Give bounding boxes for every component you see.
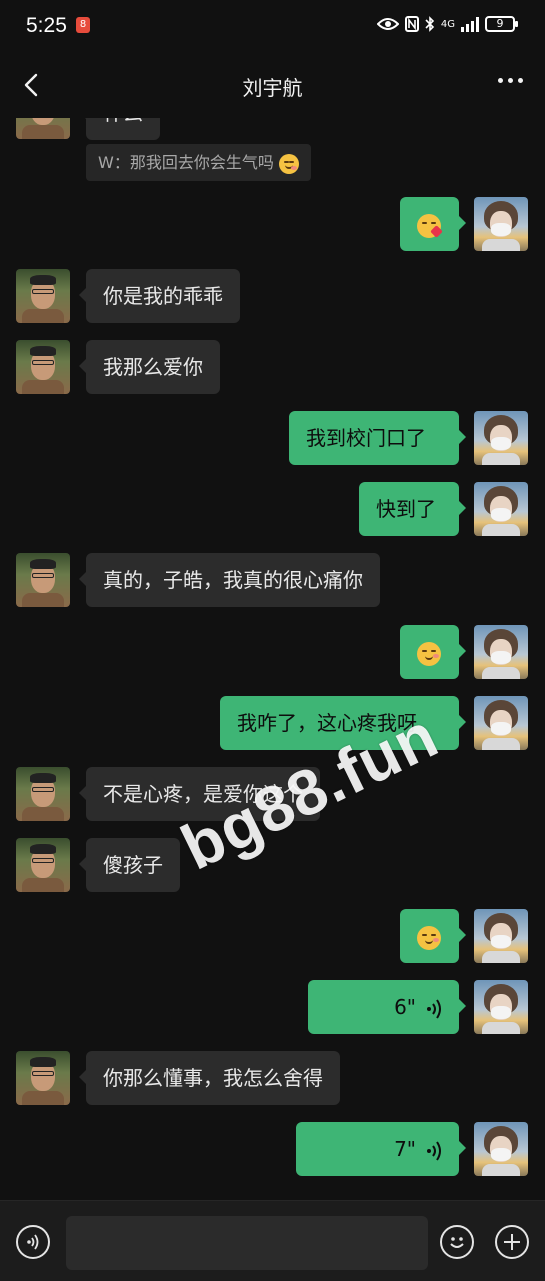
shy-face-emoji-icon (417, 925, 441, 950)
signal-icon (461, 16, 479, 32)
voice-message[interactable]: 7" (296, 1122, 466, 1176)
chat-header: 刘宇航 (0, 52, 545, 118)
message-bubble-right[interactable]: 我咋了，这心疼我呀 (220, 696, 466, 750)
message-bubble-left[interactable]: 傻孩子 (79, 838, 180, 892)
my-avatar[interactable] (474, 625, 528, 679)
message-bubble-right[interactable]: 快到了 (359, 482, 466, 536)
message-bubble-right[interactable] (400, 197, 466, 251)
voice-duration: 6" (394, 995, 416, 1019)
my-avatar[interactable] (474, 909, 528, 963)
status-icons: 4G 9 (376, 16, 518, 32)
plus-icon[interactable] (495, 1225, 529, 1259)
contact-avatar[interactable] (16, 1051, 70, 1105)
network-type: 4G (440, 18, 455, 30)
message-bubble-right[interactable]: 我到校门口了 (289, 411, 466, 465)
bluetooth-icon (425, 16, 435, 32)
notification-badge: 8 (76, 17, 90, 33)
voice-duration: 7" (394, 1137, 416, 1161)
voice-wave-icon (427, 998, 441, 1019)
message-bubble-left[interactable]: 什么 (79, 118, 160, 140)
quoted-message[interactable]: W：那我回去你会生气吗 (86, 144, 311, 181)
contact-avatar[interactable] (16, 118, 70, 139)
more-dots-icon[interactable] (498, 78, 523, 83)
contact-avatar[interactable] (16, 340, 70, 394)
voice-message[interactable]: 6" (308, 980, 466, 1034)
kissing-face-emoji-icon (417, 213, 443, 238)
my-avatar[interactable] (474, 411, 528, 465)
message-bubble-right[interactable] (400, 909, 466, 963)
my-avatar[interactable] (474, 482, 528, 536)
message-bubble-left[interactable]: 真的，子皓，我真的很心痛你 (79, 553, 380, 607)
message-bubble-left[interactable]: 我那么爱你 (79, 340, 220, 394)
battery-icon: 9 (485, 16, 518, 32)
contact-avatar[interactable] (16, 767, 70, 821)
status-bar: 5:25 8 4G 9 (0, 0, 545, 52)
my-avatar[interactable] (474, 696, 528, 750)
input-bar (0, 1200, 545, 1281)
contact-avatar[interactable] (16, 269, 70, 323)
status-time: 5:25 (26, 14, 67, 37)
shy-face-emoji-icon (278, 153, 299, 174)
message-list[interactable]: 什么 W：那我回去你会生气吗 你是我的乖乖 我那么爱你 我到校门口了 快到了 真… (0, 118, 545, 1200)
message-bubble-left[interactable]: 你是我的乖乖 (79, 269, 240, 323)
nfc-icon (404, 16, 419, 32)
eye-icon (376, 18, 399, 30)
message-bubble-right[interactable] (400, 625, 466, 679)
shy-face-emoji-icon (417, 641, 441, 666)
voice-mode-icon[interactable] (16, 1225, 50, 1259)
my-avatar[interactable] (474, 197, 528, 251)
message-bubble-left[interactable]: 你那么懂事，我怎么舍得 (79, 1051, 340, 1105)
voice-wave-icon (427, 1140, 441, 1161)
message-bubble-left[interactable]: 不是心疼，是爱你这个 (79, 767, 320, 821)
emoji-icon[interactable] (440, 1225, 474, 1259)
chat-title: 刘宇航 (242, 76, 303, 100)
my-avatar[interactable] (474, 980, 528, 1034)
contact-avatar[interactable] (16, 553, 70, 607)
message-input[interactable] (66, 1216, 428, 1270)
contact-avatar[interactable] (16, 838, 70, 892)
my-avatar[interactable] (474, 1122, 528, 1176)
